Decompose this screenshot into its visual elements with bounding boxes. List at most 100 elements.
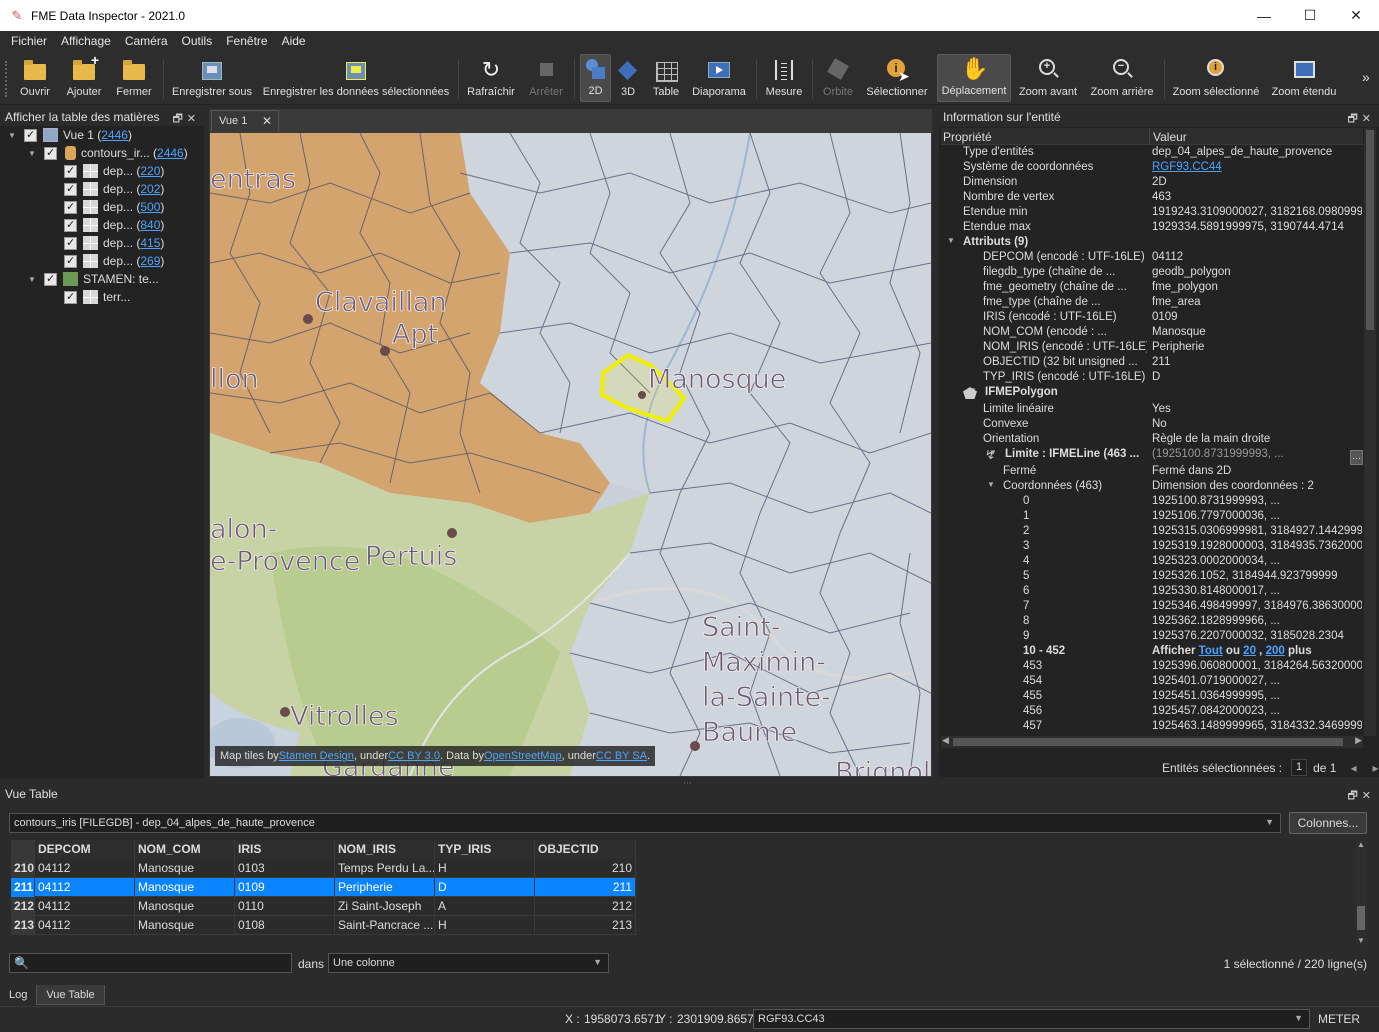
feature-count-link[interactable]: 415 (140, 236, 160, 250)
info-row[interactable]: filegdb_type (chaîne de ... geodb_polygon (939, 266, 1362, 281)
cc-by-link[interactable]: CC BY 3.0 (388, 750, 440, 762)
info-row[interactable]: 455 1925451.0364999995, ... (939, 690, 1362, 705)
info-row[interactable]: Nombre de vertex 463 (939, 191, 1362, 206)
info-horizontal-scrollbar[interactable]: ◀ ▶ (941, 735, 1363, 748)
menu-fichier[interactable]: Fichier (11, 34, 47, 48)
tab-log[interactable]: Log (0, 985, 36, 1005)
info-row[interactable]: 4 1925323.0002000034, ... (939, 555, 1362, 570)
info-row[interactable]: 1 1925106.7797000036, ... (939, 510, 1362, 525)
info-row[interactable]: Limite linéaire Yes (939, 403, 1362, 418)
collapse-arrow-icon[interactable]: ▼ (8, 131, 18, 140)
info-row[interactable]: IRIS (encodé : UTF-16LE) 0109 (939, 311, 1362, 326)
info-row[interactable]: 457 1925463.1489999965, 3184332.346999999 (939, 720, 1362, 735)
show-all-link[interactable]: Tout (1199, 645, 1223, 657)
info-row[interactable]: 10 - 452 Afficher Tout ou 20 , 200 plus (939, 645, 1362, 660)
table-button[interactable]: Table (648, 54, 684, 102)
row-number[interactable]: 210 (11, 859, 35, 878)
map-canvas[interactable]: entras Clavaillan Apt llon Manosque alon… (210, 133, 931, 776)
slideshow-button[interactable]: Diaporama (691, 54, 747, 102)
row-number[interactable]: 213 (11, 916, 35, 935)
column-header[interactable]: NOM_IRIS (335, 840, 435, 859)
toc-layer-item[interactable]: dep... (500) (64, 198, 164, 216)
feature-count-link[interactable]: 2446 (157, 146, 184, 160)
info-row[interactable]: Etendue max 1929334.5891999975, 3190744.4… (939, 221, 1362, 236)
visibility-checkbox[interactable] (44, 272, 57, 286)
info-row[interactable]: 7 1925346.498499997, 3184976.3863000013 (939, 600, 1362, 615)
tab-vue-table[interactable]: Vue Table (36, 985, 105, 1005)
menu-outils[interactable]: Outils (182, 34, 213, 48)
info-row[interactable]: 3 1925319.1928000003, 3184935.736200001 (939, 540, 1362, 555)
info-row[interactable]: 6 1925330.8148000017, ... (939, 585, 1362, 600)
zoom-extent-button[interactable]: Zoom étendu (1268, 54, 1340, 102)
menu-fenetre[interactable]: Fenêtre (226, 34, 267, 48)
menu-camera[interactable]: Caméra (125, 34, 168, 48)
info-row[interactable]: ▼ Attributs (9) (939, 236, 1362, 251)
zoom-selected-button[interactable]: i Zoom sélectionné (1171, 54, 1261, 102)
toc-layer-item[interactable]: dep... (840) (64, 216, 164, 234)
info-row[interactable]: Convexe No (939, 418, 1362, 433)
feature-count-link[interactable]: 269 (140, 254, 160, 268)
info-row[interactable]: 454 1925401.0719000027, ... (939, 675, 1362, 690)
column-header[interactable]: TYP_IRIS (435, 840, 535, 859)
column-header[interactable]: NOM_COM (135, 840, 235, 859)
refresh-button[interactable]: ↻ Rafraîchir (466, 54, 516, 102)
toolbar-grip[interactable] (5, 61, 8, 97)
toc-layer-item[interactable]: dep... (415) (64, 234, 164, 252)
info-row[interactable]: Dimension 2D (939, 176, 1362, 191)
collapse-arrow-icon[interactable]: ▼ (987, 480, 995, 489)
toc-layer-item[interactable]: dep... (269) (64, 252, 164, 270)
feature-count-link[interactable]: 202 (140, 182, 160, 196)
prev-feature-icon[interactable]: ◂ (1350, 761, 1356, 775)
show-20-link[interactable]: 20 (1243, 645, 1256, 657)
pan-button[interactable]: ✋ Déplacement (937, 54, 1011, 102)
info-row[interactable]: ▼IFMEPolygon (939, 386, 1362, 403)
toc-view-item[interactable]: ▼ Vue 1 ( 2446 ) (8, 126, 132, 144)
stop-button[interactable]: Arrêter (525, 54, 567, 102)
search-scope-select[interactable]: Une colonne ▼ (328, 953, 609, 973)
visibility-checkbox[interactable] (64, 164, 77, 178)
info-row[interactable]: fme_geometry (chaîne de ... fme_polygon (939, 281, 1362, 296)
visibility-checkbox[interactable] (64, 182, 77, 196)
visibility-checkbox[interactable] (64, 236, 77, 250)
info-row[interactable]: Etendue min 1919243.3109000027, 3182168.0… (939, 206, 1362, 221)
tab-vue-1[interactable]: Vue 1 ✕ (211, 110, 279, 131)
close-tab-icon[interactable]: ✕ (262, 114, 272, 128)
close-button[interactable]: ✕ (1333, 0, 1379, 31)
visibility-checkbox[interactable] (64, 218, 77, 232)
column-header[interactable]: IRIS (235, 840, 335, 859)
info-row[interactable]: Type d'entités dep_04_alpes_de_haute_prov… (939, 146, 1362, 161)
info-row[interactable]: 5 1925326.1052, 3184944.923799999 (939, 570, 1362, 585)
info-row[interactable]: Fermé Fermé dans 2D (939, 465, 1362, 480)
column-header[interactable]: OBJECTID (535, 840, 636, 859)
info-row[interactable]: fme_type (chaîne de ... fme_area (939, 296, 1362, 311)
info-row[interactable]: ▼ Coordonnées (463) Dimension des coordonn… (939, 480, 1362, 495)
info-row[interactable]: 453 1925396.060800001, 3184264.5632000007 (939, 660, 1362, 675)
measure-button[interactable]: Mesure (763, 54, 805, 102)
info-row[interactable]: ▼ ↯ Limite : IFMELine (463 ... (1925100.873… (939, 448, 1362, 465)
table-row[interactable]: 210 04112 Manosque 0103 Temps Perdu La... H 21… (11, 859, 636, 878)
info-vertical-scrollbar[interactable] (1364, 128, 1376, 736)
visibility-checkbox[interactable] (64, 290, 77, 304)
columns-button[interactable]: Colonnes... (1289, 812, 1367, 834)
save-selected-button[interactable]: Enregistrer les données sélectionnées (263, 54, 449, 102)
info-row[interactable]: 9 1925376.2207000032, 3185028.2304 (939, 630, 1362, 645)
view-3d-button[interactable]: 3D (614, 54, 642, 102)
zoom-out-button[interactable]: − Zoom arrière (1089, 54, 1155, 102)
row-number[interactable]: 211 (11, 878, 35, 897)
visibility-checkbox[interactable] (44, 146, 57, 160)
crs-select[interactable]: RGF93.CC43 ▼ (753, 1009, 1310, 1029)
toolbar-overflow-button[interactable]: » (1362, 69, 1370, 85)
minimize-button[interactable]: — (1241, 0, 1287, 31)
toc-dataset-item[interactable]: ▼ contours_ir... ( 2446 ) (28, 144, 188, 162)
collapse-arrow-icon[interactable]: ▼ (28, 275, 38, 284)
info-row[interactable]: OBJECTID (32 bit unsigned ... 211 (939, 356, 1362, 371)
open-button[interactable]: Ouvrir (18, 54, 52, 102)
property-column[interactable]: Propriété (943, 130, 992, 144)
show-200-link[interactable]: 200 (1266, 645, 1285, 657)
info-row[interactable]: DEPCOM (encodé : UTF-16LE) 04112 (939, 251, 1362, 266)
visibility-checkbox[interactable] (24, 128, 37, 142)
search-input-wrap[interactable]: 🔍 (9, 953, 292, 973)
info-row[interactable]: 8 1925362.1828999966, ... (939, 615, 1362, 630)
info-row[interactable]: TYP_IRIS (encodé : UTF-16LE) D (939, 371, 1362, 386)
info-row[interactable]: NOM_COM (encodé : ... Manosque (939, 326, 1362, 341)
